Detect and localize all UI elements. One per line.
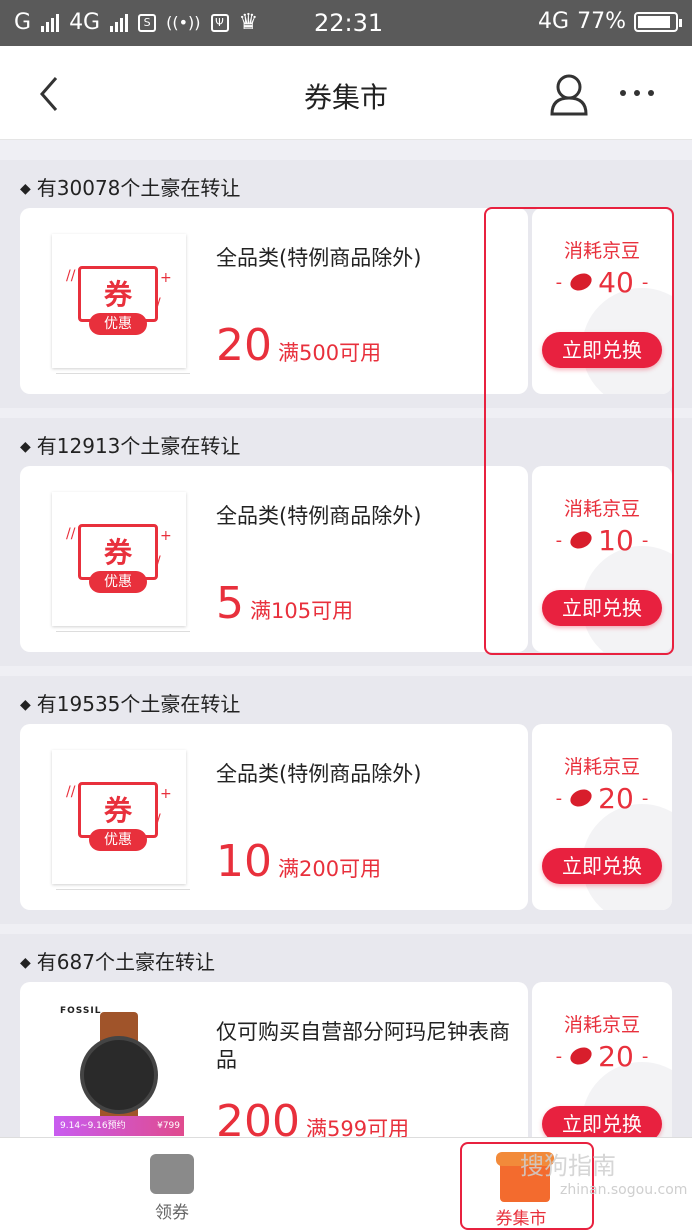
bean-cost: -20- bbox=[555, 782, 649, 815]
coupon-amount: 20 满500可用 bbox=[216, 320, 382, 371]
coupon-icon: 券 优惠 bbox=[78, 524, 158, 593]
promo-strip: 9.14~9.16预约 ¥799 bbox=[54, 1116, 184, 1136]
cost-label: 消耗京豆 bbox=[563, 756, 640, 778]
tab-label: 券集市 bbox=[495, 1209, 547, 1229]
signal-icon-2 bbox=[110, 13, 129, 32]
coupon-name: 全品类(特例商品除外) bbox=[216, 246, 422, 270]
coupon-thumbnail: // + / 券 优惠 bbox=[52, 750, 190, 890]
network-type: 4G bbox=[69, 10, 101, 35]
coupon-name: 全品类(特例商品除外) bbox=[216, 762, 422, 786]
s-app-icon: S bbox=[138, 13, 157, 32]
watermark-url: zhinan.sogou.com bbox=[560, 1182, 688, 1198]
highlight-box bbox=[484, 207, 674, 655]
coupon-section: 有687个土豪在转让 FOSSIL 9.14~9.16预约 ¥799 仅可购买自… bbox=[0, 934, 692, 1152]
coupon-card[interactable]: // + / 券 优惠 全品类(特例商品除外) 20 满500可用 bbox=[20, 208, 528, 394]
crown-icon: ♛ bbox=[238, 10, 259, 35]
tab-label: 领券 bbox=[155, 1203, 189, 1223]
user-icon[interactable] bbox=[548, 72, 590, 116]
coupon-icon: 券 优惠 bbox=[78, 782, 158, 851]
ticket-tab-icon bbox=[150, 1154, 194, 1194]
exchange-panel: 消耗京豆 -20- 立即兑换 bbox=[532, 982, 672, 1152]
jingdou-icon bbox=[567, 1043, 595, 1069]
coupon-card[interactable]: FOSSIL 9.14~9.16预约 ¥799 仅可购买自营部分阿玛尼钟表商品 … bbox=[20, 982, 528, 1152]
clock: 22:31 bbox=[314, 9, 384, 37]
signal-icon bbox=[41, 13, 60, 32]
exchange-panel: 消耗京豆 -20- 立即兑换 bbox=[532, 724, 672, 910]
nav-bar: 券集市 bbox=[0, 46, 692, 140]
more-dots-icon[interactable] bbox=[620, 90, 654, 96]
jingdou-icon bbox=[567, 785, 595, 811]
coupon-icon: 券 优惠 bbox=[78, 266, 158, 335]
coupon-thumbnail: // + / 券 优惠 bbox=[52, 492, 190, 632]
coupon-amount: 10 满200可用 bbox=[216, 836, 382, 887]
hotspot-icon: ((•)) bbox=[166, 13, 201, 32]
battery-level: 77% bbox=[577, 9, 626, 34]
transfer-count: 有19535个土豪在转让 bbox=[20, 688, 241, 717]
carrier-label: G bbox=[14, 10, 32, 35]
coupon-thumbnail: // + / 券 优惠 bbox=[52, 234, 190, 374]
status-bar: G 4G S ((•)) Ψ ♛ 22:31 4G 77% bbox=[0, 0, 692, 46]
network-type-right: 4G bbox=[538, 9, 570, 34]
usb-icon: Ψ bbox=[210, 13, 229, 32]
coupon-amount: 5 满105可用 bbox=[216, 578, 354, 629]
transfer-count: 有687个土豪在转让 bbox=[20, 946, 215, 975]
coupon-card[interactable]: // + / 券 优惠 全品类(特例商品除外) 10 满200可用 bbox=[20, 724, 528, 910]
coupon-name: 全品类(特例商品除外) bbox=[216, 504, 422, 528]
coupon-name: 仅可购买自营部分阿玛尼钟表商品 bbox=[216, 1020, 510, 1072]
transfer-count: 有30078个土豪在转让 bbox=[20, 172, 241, 201]
coupon-card[interactable]: // + / 券 优惠 全品类(特例商品除外) 5 满105可用 bbox=[20, 466, 528, 652]
watermark: 搜狗指南 bbox=[520, 1152, 616, 1180]
fossil-logo: FOSSIL bbox=[60, 1006, 102, 1016]
battery-icon bbox=[634, 11, 682, 32]
watch-image: FOSSIL 9.14~9.16预约 ¥799 bbox=[54, 1002, 184, 1136]
tab-lingquan[interactable]: 领券 bbox=[140, 1154, 204, 1223]
transfer-count: 有12913个土豪在转让 bbox=[20, 430, 241, 459]
bean-cost: -20- bbox=[555, 1040, 649, 1073]
coupon-section: 有19535个土豪在转让 // + / 券 优惠 全品类(特例商品除外) 10满… bbox=[0, 676, 692, 924]
exchange-button[interactable]: 立即兑换 bbox=[542, 848, 662, 884]
cost-label: 消耗京豆 bbox=[563, 1014, 640, 1036]
